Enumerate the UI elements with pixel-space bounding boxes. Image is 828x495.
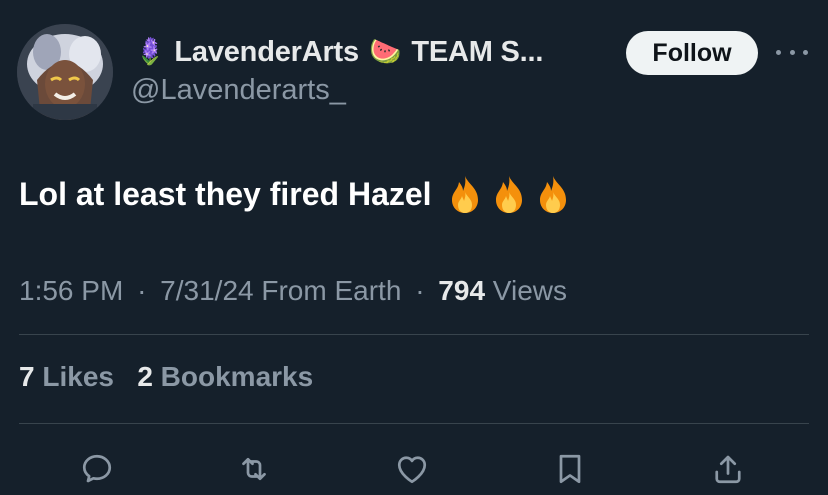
display-name[interactable]: LavenderArts <box>174 36 359 69</box>
fire-emoji-group <box>448 174 570 214</box>
reply-button[interactable] <box>75 447 119 491</box>
divider <box>19 334 809 335</box>
meta-separator: · <box>137 275 147 306</box>
bookmarks-stat[interactable]: 2 Bookmarks <box>137 361 313 392</box>
like-button[interactable] <box>390 447 434 491</box>
bookmark-button[interactable] <box>548 447 592 491</box>
more-dot <box>789 49 795 55</box>
hyacinth-emoji-icon: 🪻 <box>134 37 167 67</box>
divider <box>19 423 809 424</box>
likes-label: Likes <box>42 361 114 392</box>
avatar[interactable] <box>17 24 113 120</box>
retweet-button[interactable] <box>232 447 276 491</box>
views-count: 794 <box>438 275 486 306</box>
heart-icon <box>397 456 427 484</box>
fire-icon <box>539 176 566 213</box>
tweet-date[interactable]: 7/31/24 <box>160 275 253 306</box>
tweet-source: From Earth <box>261 275 402 306</box>
reply-icon <box>82 454 112 483</box>
more-dot <box>803 49 808 55</box>
follow-button[interactable]: Follow <box>626 31 758 75</box>
engagement-stats: 7 Likes 2 Bookmarks <box>19 361 313 393</box>
bookmark-icon <box>559 454 581 484</box>
tweet-meta: 1:56 PM · 7/31/24 From Earth · 794 Views <box>19 275 567 307</box>
author-handle[interactable]: @Lavenderarts_ <box>131 74 346 107</box>
watermelon-emoji-icon: 🍉 <box>368 37 402 67</box>
author-name-row[interactable]: 🪻 LavenderArts 🍉 TEAM S... <box>134 32 543 72</box>
fire-icon <box>495 176 522 213</box>
action-bar <box>0 443 828 489</box>
bookmarks-count: 2 <box>137 361 153 392</box>
tweet-text-row: Lol at least they fired Hazel <box>19 174 570 214</box>
share-icon <box>715 455 741 484</box>
likes-stat[interactable]: 7 Likes <box>19 361 114 392</box>
bookmarks-label: Bookmarks <box>160 361 314 392</box>
more-dot <box>776 49 781 55</box>
views-label: Views <box>492 275 567 306</box>
retweet-icon <box>242 457 266 481</box>
tweet-text: Lol at least they fired Hazel <box>19 175 432 212</box>
tweet-time[interactable]: 1:56 PM <box>19 275 123 306</box>
fire-icon <box>451 176 478 213</box>
avatar-illustration <box>17 24 113 120</box>
team-name: TEAM S... <box>411 35 544 68</box>
likes-count: 7 <box>19 361 35 392</box>
share-button[interactable] <box>706 447 750 491</box>
meta-separator: · <box>415 275 425 306</box>
more-options-icon[interactable] <box>776 40 808 64</box>
